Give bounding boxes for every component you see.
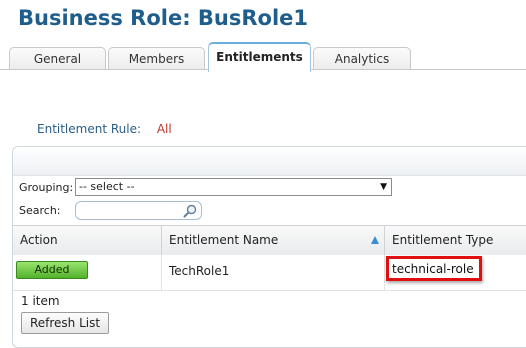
entitlement-rule: Entitlement Rule: All bbox=[37, 122, 172, 136]
search-icon[interactable] bbox=[183, 204, 197, 218]
entitlement-rule-label: Entitlement Rule: bbox=[37, 122, 142, 136]
tab-analytics[interactable]: Analytics bbox=[313, 47, 411, 70]
highlight-box: technical-role bbox=[386, 256, 482, 281]
table-row[interactable]: Added TechRole1 technical-role bbox=[13, 255, 526, 291]
page-title: Business Role: BusRole1 bbox=[18, 6, 309, 30]
sort-ascending-icon bbox=[371, 236, 379, 244]
column-header-action[interactable]: Action bbox=[13, 226, 162, 255]
search-input[interactable] bbox=[75, 201, 202, 220]
grouping-label: Grouping: bbox=[19, 181, 74, 194]
panel-header bbox=[13, 147, 526, 176]
dropdown-arrow-icon: ▼ bbox=[380, 182, 387, 192]
column-header-entitlement-name[interactable]: Entitlement Name bbox=[162, 226, 385, 255]
entitlement-name-text: TechRole1 bbox=[169, 264, 230, 278]
cell-action: Added bbox=[13, 255, 162, 290]
item-count: 1 item bbox=[21, 294, 60, 308]
cell-entitlement-name: TechRole1 bbox=[162, 255, 385, 290]
grouping-selected-value: -- select -- bbox=[79, 180, 135, 193]
tab-entitlements[interactable]: Entitlements bbox=[208, 42, 311, 72]
column-header-entitlement-type[interactable]: Entitlement Type bbox=[385, 226, 526, 255]
tab-members[interactable]: Members bbox=[108, 47, 205, 70]
entitlement-rule-value: All bbox=[156, 122, 172, 136]
cell-entitlement-type: technical-role bbox=[385, 255, 526, 290]
grouping-select[interactable]: -- select -- ▼ bbox=[75, 178, 392, 196]
grid-header: Action Entitlement Name Entitlement Type bbox=[13, 225, 526, 256]
entitlements-grid-panel: Grouping: -- select -- ▼ Search: Action … bbox=[12, 146, 526, 348]
search-label: Search: bbox=[19, 204, 61, 217]
refresh-list-button[interactable]: Refresh List bbox=[21, 312, 109, 334]
column-header-entitlement-name-label: Entitlement Name bbox=[169, 233, 279, 247]
entitlement-type-text: technical-role bbox=[392, 262, 474, 276]
tab-general[interactable]: General bbox=[9, 47, 106, 70]
added-button[interactable]: Added bbox=[16, 261, 88, 279]
